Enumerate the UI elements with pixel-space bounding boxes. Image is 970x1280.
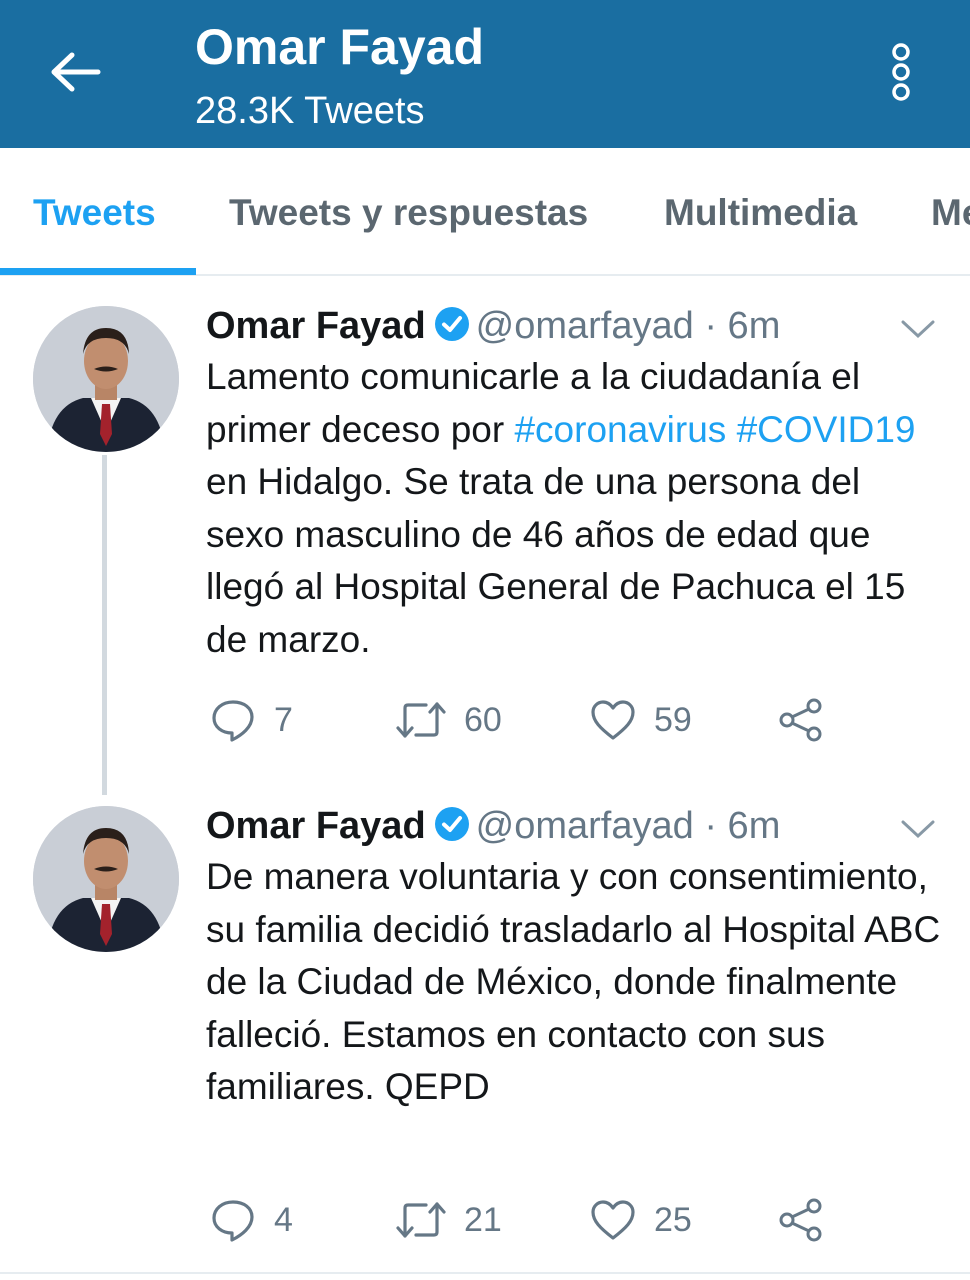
share-icon bbox=[779, 1198, 822, 1242]
tweet-text: De manera voluntaria y con consentimient… bbox=[206, 851, 946, 1114]
tab-tweets[interactable]: Tweets bbox=[33, 188, 156, 238]
like-button[interactable]: 25 bbox=[590, 1195, 692, 1245]
author-name[interactable]: Omar Fayad bbox=[206, 805, 426, 847]
tweet-menu-button[interactable] bbox=[898, 814, 938, 844]
avatar[interactable] bbox=[33, 806, 179, 952]
share-icon bbox=[779, 698, 822, 742]
chevron-down-icon bbox=[901, 820, 935, 839]
reply-button[interactable]: 4 bbox=[210, 1195, 293, 1245]
verified-badge-icon bbox=[434, 806, 470, 852]
reply-count: 4 bbox=[274, 1200, 293, 1239]
profile-name-title: Omar Fayad bbox=[195, 19, 485, 75]
tab-multimedia[interactable]: Multimedia bbox=[664, 188, 857, 238]
more-options-button[interactable] bbox=[876, 40, 926, 104]
active-tab-indicator bbox=[0, 268, 196, 275]
retweet-button[interactable]: 60 bbox=[396, 695, 502, 745]
author-handle: @omarfayad bbox=[475, 305, 694, 347]
tweet-menu-button[interactable] bbox=[898, 314, 938, 344]
tweet-text: Lamento comunicarle a la ciudadanía el p… bbox=[206, 351, 946, 666]
tweet-count: 28.3K Tweets bbox=[195, 90, 425, 132]
tweet-actions: 7 60 59 bbox=[206, 695, 846, 745]
tab-me-gusta[interactable]: Me bbox=[931, 188, 970, 238]
retweet-button[interactable]: 21 bbox=[396, 1195, 502, 1245]
retweet-count: 60 bbox=[464, 700, 502, 739]
verified-badge-icon bbox=[434, 306, 470, 352]
tab-tweets-y-respuestas[interactable]: Tweets y respuestas bbox=[229, 188, 588, 238]
retweet-count: 21 bbox=[464, 1200, 502, 1239]
retweet-icon bbox=[396, 702, 446, 738]
retweet-icon bbox=[396, 1202, 446, 1238]
arrow-left-icon bbox=[51, 52, 101, 92]
hashtag-link[interactable]: #coronavirus bbox=[514, 409, 726, 450]
more-vertical-icon bbox=[892, 43, 910, 101]
hashtag-link[interactable]: #COVID19 bbox=[737, 409, 916, 450]
profile-tabs: Tweets Tweets y respuestas Multimedia Me bbox=[0, 148, 970, 276]
like-count: 59 bbox=[654, 700, 692, 739]
reply-count: 7 bbox=[274, 700, 293, 739]
tweet-text-part: en Hidalgo. Se trata de una persona del … bbox=[206, 461, 906, 660]
share-button[interactable] bbox=[778, 695, 824, 745]
share-button[interactable] bbox=[778, 1195, 824, 1245]
tweet-text-part bbox=[726, 409, 736, 450]
like-button[interactable]: 59 bbox=[590, 695, 692, 745]
bottom-divider bbox=[0, 1272, 970, 1274]
tweet-time: · 6m bbox=[704, 305, 781, 347]
thread-connector-line bbox=[102, 455, 107, 795]
tweet-text-part: De manera voluntaria y con consentimient… bbox=[206, 856, 941, 1107]
like-count: 25 bbox=[654, 1200, 692, 1239]
tweet-time: · 6m bbox=[704, 805, 781, 847]
tweet-actions: 4 21 25 bbox=[206, 1195, 846, 1245]
avatar[interactable] bbox=[33, 306, 179, 452]
heart-icon bbox=[591, 700, 635, 740]
tweet-header: Omar Fayad @omarfayad · 6m bbox=[206, 304, 780, 352]
reply-icon bbox=[212, 1200, 254, 1242]
tweet-header: Omar Fayad @omarfayad · 6m bbox=[206, 804, 780, 852]
heart-icon bbox=[591, 1200, 635, 1240]
chevron-down-icon bbox=[901, 320, 935, 339]
app-header: Omar Fayad 28.3K Tweets bbox=[0, 0, 970, 148]
reply-icon bbox=[212, 700, 254, 742]
reply-button[interactable]: 7 bbox=[210, 695, 293, 745]
author-handle: @omarfayad bbox=[475, 805, 694, 847]
back-button[interactable] bbox=[40, 40, 112, 104]
author-name[interactable]: Omar Fayad bbox=[206, 305, 426, 347]
